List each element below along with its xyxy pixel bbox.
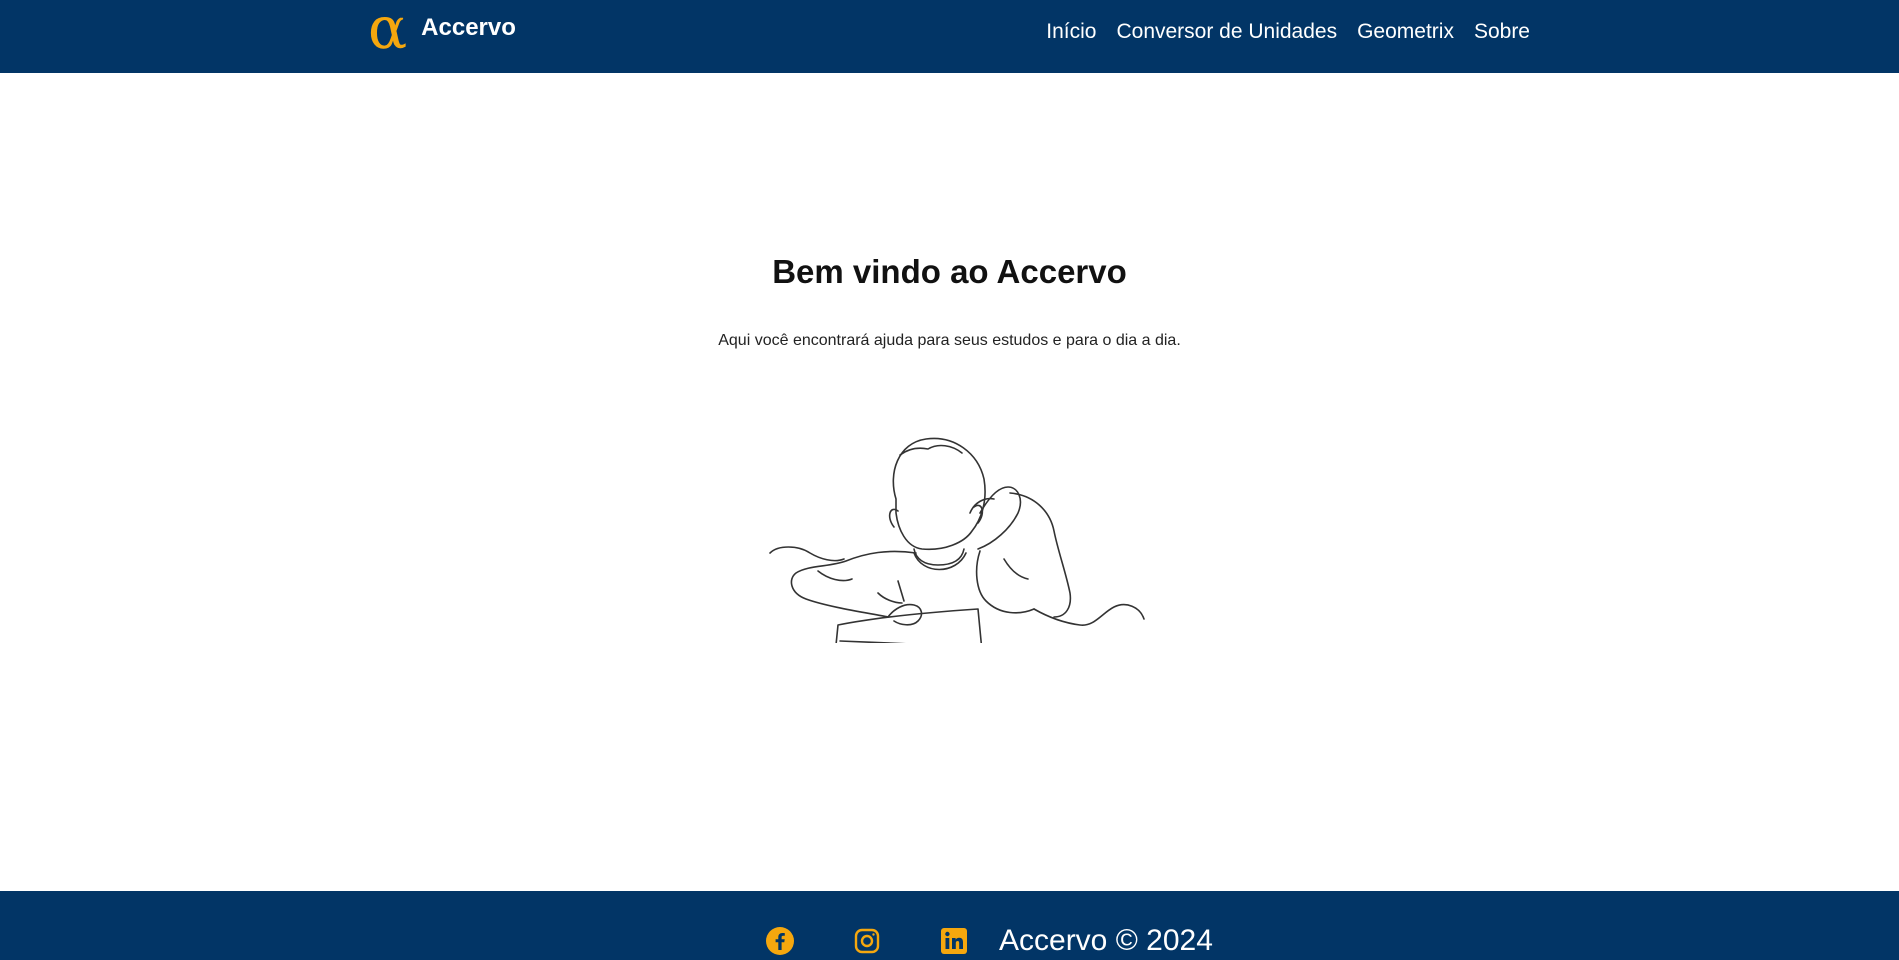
page-subtitle: Aqui você encontrará ajuda para seus est… bbox=[718, 332, 1181, 349]
instagram-icon[interactable] bbox=[852, 926, 882, 956]
facebook-icon[interactable] bbox=[765, 926, 795, 956]
top-navbar: α Accervo Início Conversor de Unidades G… bbox=[0, 0, 1899, 73]
brand-name: Accervo bbox=[421, 14, 516, 41]
footer: Accervo © 2024 bbox=[0, 891, 1899, 960]
nav-link-geometrix[interactable]: Geometrix bbox=[1357, 20, 1454, 43]
page-title: Bem vindo ao Accervo bbox=[772, 253, 1127, 290]
alpha-logo-icon: α bbox=[368, 0, 408, 62]
nav-menu: Início Conversor de Unidades Geometrix S… bbox=[1046, 0, 1530, 63]
hero-section: Bem vindo ao Accervo Aqui você encontrar… bbox=[0, 73, 1899, 891]
student-studying-illustration bbox=[769, 437, 1145, 643]
nav-link-conversor[interactable]: Conversor de Unidades bbox=[1116, 20, 1337, 43]
nav-link-inicio[interactable]: Início bbox=[1046, 20, 1096, 43]
linkedin-icon[interactable] bbox=[939, 926, 969, 956]
nav-link-sobre[interactable]: Sobre bbox=[1474, 20, 1530, 43]
copyright-text: Accervo © 2024 bbox=[999, 924, 1213, 957]
brand-link[interactable]: α Accervo bbox=[368, 0, 516, 60]
